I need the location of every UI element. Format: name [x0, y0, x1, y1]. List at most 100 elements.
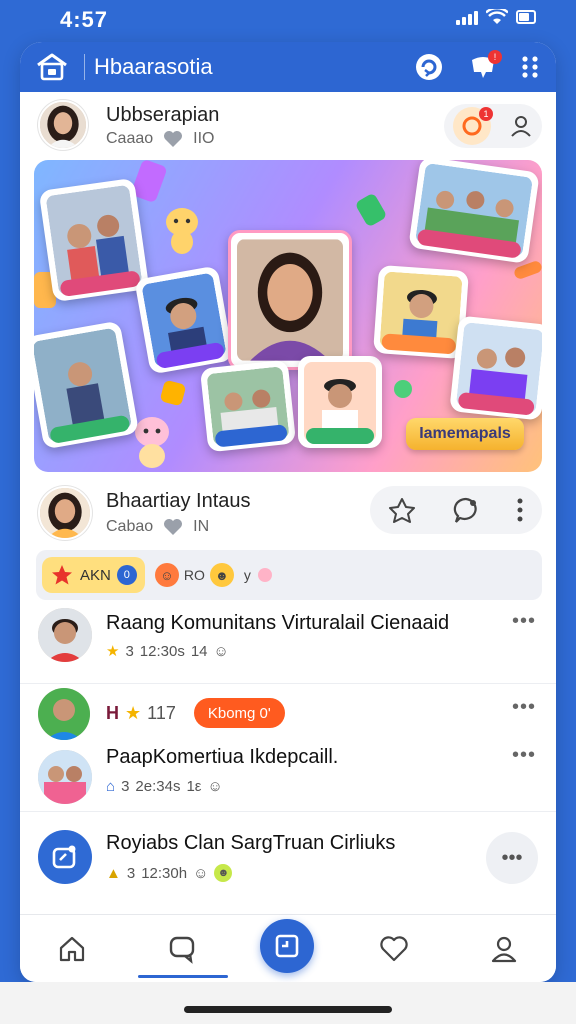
list-item-count: 3: [126, 864, 136, 882]
sync-button[interactable]: [412, 50, 446, 84]
photo-tile[interactable]: [298, 356, 382, 448]
featured-banner[interactable]: Iamemapals: [34, 160, 542, 472]
more-vertical-icon[interactable]: [515, 497, 525, 523]
home-icon: [59, 936, 85, 962]
nav-profile[interactable]: [482, 927, 526, 971]
compose-button[interactable]: [260, 919, 314, 973]
avatar[interactable]: [38, 750, 92, 804]
reaction-item[interactable]: ☺ RO ☻: [154, 563, 234, 587]
star-icon: [52, 565, 72, 585]
post-meta-label: Caaao: [106, 130, 154, 147]
list-item-extra: 14: [190, 642, 208, 660]
reaction-pill[interactable]: AKN 0: [42, 557, 145, 593]
lock-icon: ▲: [106, 864, 121, 882]
featured-photo[interactable]: [228, 230, 352, 370]
avatar[interactable]: [38, 486, 92, 540]
decor-shape: [159, 379, 187, 407]
banner-label[interactable]: Iamemapals: [406, 418, 524, 450]
reaction-item-label: y: [243, 567, 251, 583]
avatar[interactable]: [38, 688, 90, 740]
emoji-icon: ☺: [193, 864, 209, 882]
list-item[interactable]: Raang Komunitans Virturalail Cienaaid ★ …: [20, 602, 556, 684]
list-item[interactable]: Royiabs Clan SargTruan Cirliuks ▲ 3 12:3…: [20, 812, 556, 912]
sticker-icon: [257, 568, 272, 582]
post-actions: 1: [444, 104, 542, 148]
nav-favorites[interactable]: [372, 927, 416, 971]
list-item-count: 117: [147, 702, 176, 723]
heart-icon[interactable]: [163, 130, 183, 148]
post-author[interactable]: Ubbserapian: [106, 104, 219, 127]
photo-tile[interactable]: [134, 265, 234, 375]
post-header: Ubbserapian Caaao IIO 1: [20, 94, 556, 154]
nav-chat[interactable]: [160, 927, 204, 971]
list-item-meta: ▲ 3 12:30h ☺ ☻: [106, 864, 233, 882]
list-item-meta: ★ 3 12:30s 14 ☺: [106, 642, 229, 661]
photo-tile[interactable]: [449, 315, 542, 421]
photo-tile[interactable]: [199, 359, 297, 453]
list-item[interactable]: H ★ 117 Kbomg 0' ••• PaapKomertiua Ikdep…: [20, 684, 556, 812]
sync-icon: [416, 54, 442, 80]
app-screen: Hbaarasotia ! Ubbserapian Caaao IIO 1 Ia…: [20, 42, 556, 982]
reaction-pill-label: AKN: [80, 566, 111, 584]
list-item-title: Raang Komunitans Virturalail Cienaaid: [106, 612, 450, 634]
list-item-title: PaapKomertiua Ikdepcaill.: [106, 746, 339, 768]
photo-tile[interactable]: [34, 320, 140, 450]
heart-icon[interactable]: [163, 518, 183, 536]
list-item-meta: ⌂ 3 2e:34s 1ε ☺: [106, 778, 223, 795]
more-options-icon[interactable]: •••: [512, 610, 536, 633]
grin-emoji-icon: ☻: [214, 864, 233, 882]
notification-badge: !: [488, 50, 502, 64]
profile-icon[interactable]: [509, 114, 533, 138]
status-bar: 4:57: [0, 0, 576, 40]
more-options-icon[interactable]: •••: [512, 696, 536, 719]
tag-pill[interactable]: Kbomg 0': [193, 698, 285, 728]
apps-grid-icon[interactable]: [520, 54, 540, 80]
post-meta: Caaao IIO: [106, 130, 215, 148]
active-tab-indicator: [138, 975, 228, 978]
comment-icon[interactable]: [451, 495, 481, 525]
group-app-icon[interactable]: [38, 830, 92, 884]
home-logo-icon[interactable]: [36, 52, 68, 82]
grin-emoji-icon: ☻: [209, 563, 234, 587]
post-meta-count: IIO: [193, 130, 215, 147]
decor-shape: [512, 259, 542, 281]
list-item-count: 3: [125, 642, 134, 660]
notifications-button[interactable]: !: [466, 50, 502, 84]
list-item-time: 12:30s: [139, 642, 185, 660]
smile-emoji-icon: ☺: [154, 563, 179, 587]
decor-shape: [354, 192, 388, 228]
profile-icon: [491, 936, 517, 963]
chat-icon: [169, 936, 195, 964]
avatar[interactable]: [38, 100, 88, 150]
decor-shape: [394, 380, 412, 398]
star-icon: ★: [106, 643, 120, 660]
pin-icon[interactable]: [387, 495, 417, 525]
avatar[interactable]: [38, 608, 92, 662]
star-icon: ★: [125, 702, 142, 723]
compose-icon: [275, 934, 299, 958]
post-actions: [370, 486, 542, 534]
nav-home[interactable]: [50, 927, 94, 971]
house-icon: ⌂: [106, 778, 116, 795]
battery-icon: [516, 10, 536, 24]
photo-tile[interactable]: [38, 177, 150, 303]
list-item-count: 3: [121, 778, 130, 795]
photo-tile[interactable]: [373, 264, 469, 360]
reaction-item[interactable]: y: [244, 566, 274, 584]
bottom-nav: [20, 914, 556, 982]
app-bar-actions: !: [412, 50, 540, 84]
heart-icon: [380, 936, 408, 962]
more-options-icon[interactable]: •••: [512, 744, 536, 767]
post-author[interactable]: Bhaartiay Intaus: [106, 490, 251, 513]
more-options-button[interactable]: •••: [486, 832, 538, 884]
app-bar: Hbaarasotia !: [20, 42, 556, 92]
list-item-meta: H ★ 117 Kbomg 0': [106, 698, 285, 728]
home-indicator[interactable]: [184, 1006, 392, 1013]
reaction-button[interactable]: 1: [453, 107, 493, 145]
status-icons: [456, 9, 536, 25]
emoji-icon: ☺: [207, 778, 223, 795]
app-bar-divider: [84, 54, 85, 80]
photo-tile[interactable]: [408, 160, 540, 264]
list-item-title: Royiabs Clan SargTruan Cirliuks: [106, 832, 396, 854]
status-time: 4:57: [60, 7, 109, 32]
